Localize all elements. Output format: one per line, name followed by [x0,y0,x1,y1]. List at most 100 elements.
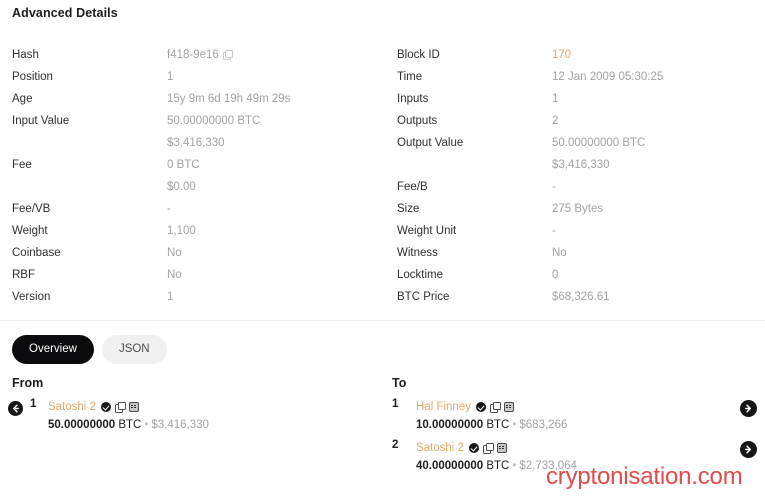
separator-dot: • [144,419,149,432]
arrow-right-icon[interactable] [740,441,757,458]
detail-label: BTC Price [397,291,450,303]
detail-label: Output Value [397,137,464,149]
detail-value: 1,100 [167,225,196,237]
detail-row: Size 275 Bytes [397,198,765,220]
detail-label: Position [12,71,53,83]
detail-value: 1 [552,93,559,105]
detail-value: $68,326.61 [552,291,610,303]
detail-row: Inputs 1 [397,88,765,110]
detail-label: Inputs [397,93,429,105]
detail-value: 12 Jan 2009 05:30:25 [552,71,664,83]
detail-value-link[interactable]: 170 [552,44,571,66]
detail-label: Weight Unit [397,225,457,237]
input-row: 1 Satoshi 2 50.00000000 BTC • $3,416,330 [8,398,388,439]
copy-icon[interactable] [222,50,234,60]
detail-label: Coinbase [12,247,61,259]
advanced-details-panel: Advanced Details Hash f418-9e16 Position 1 A… [0,0,765,500]
copy-icon[interactable] [114,401,127,413]
view-tabs: Overview JSON [12,335,167,364]
to-heading: To [392,376,407,390]
copy-icon[interactable] [489,401,502,413]
detail-label: Version [12,291,51,303]
detail-row: Fee 0 BTC [12,154,392,176]
amount-line: 10.00000000 BTC • $683,266 [416,419,567,431]
qr-code-icon[interactable] [496,442,507,453]
btc-unit: BTC [115,419,142,432]
detail-label: Fee/B [397,181,428,193]
detail-value: $3,416,330 [167,137,225,149]
btc-unit: BTC [483,419,510,432]
detail-row-continuation: $0.00 [12,176,392,198]
detail-row-continuation: $3,416,330 [397,154,765,176]
detail-row: Witness No [397,242,765,264]
verified-icon [468,442,479,453]
address-link[interactable]: Satoshi 2 [48,401,96,413]
arrow-right-icon[interactable] [740,400,757,417]
detail-value: 0 BTC [167,159,200,171]
verified-icon [100,401,111,412]
detail-value: No [167,269,182,281]
detail-label: Size [397,203,420,215]
detail-value: 50.00000000 BTC [552,137,646,149]
btc-unit: BTC [483,460,510,473]
detail-label: Fee/VB [12,203,51,215]
detail-value: 2 [552,115,559,127]
address-block: Satoshi 2 50.00000000 BTC • $3,416,330 [48,398,209,431]
detail-label: Block ID [397,49,440,61]
detail-row: Fee/B - [397,176,765,198]
address-link[interactable]: Hal Finney [416,401,471,413]
output-row: 1 Hal Finney 10.00000000 BTC • $683,266 [392,398,765,439]
detail-label: Input Value [12,115,70,127]
detail-label: Outputs [397,115,438,127]
tab-overview[interactable]: Overview [12,335,94,364]
detail-row: Coinbase No [12,242,392,264]
detail-value: $0.00 [167,181,196,193]
detail-row: Outputs 2 [397,110,765,132]
detail-row: Version 1 [12,286,392,308]
address-line: Hal Finney [416,398,567,416]
separator-dot: • [512,419,517,432]
row-index: 1 [392,398,399,410]
detail-value: - [552,181,556,193]
detail-row: Input Value 50.00000000 BTC [12,110,392,132]
detail-value: No [552,247,567,259]
separator-dot: • [512,460,517,473]
detail-value: - [552,225,556,237]
detail-label: Weight [12,225,48,237]
qr-code-icon[interactable] [503,401,514,412]
detail-label: Witness [397,247,438,259]
detail-value: 15y 9m 6d 19h 49m 29s [167,93,291,105]
detail-label: Hash [12,49,39,61]
details-column-right: Block ID 170 Time 12 Jan 2009 05:30:25 Input… [397,44,765,308]
detail-label: Time [397,71,423,83]
address-block: Hal Finney 10.00000000 BTC • $683,266 [416,398,567,431]
detail-row: Hash f418-9e16 [12,44,392,66]
address-icon-group [475,398,514,416]
address-link[interactable]: Satoshi 2 [416,442,464,454]
detail-value: f418-9e16 [167,44,234,66]
address-line: Satoshi 2 [48,398,209,416]
tab-json[interactable]: JSON [101,335,167,364]
row-index: 1 [30,398,37,410]
detail-value: 50.00000000 BTC [167,115,261,127]
detail-label: Fee [12,159,32,171]
address-line: Satoshi 2 [416,439,577,457]
qr-code-icon[interactable] [128,401,139,412]
detail-row: Output Value 50.00000000 BTC [397,132,765,154]
detail-value: 1 [167,71,174,83]
fiat-amount: $3,416,330 [151,419,209,432]
detail-row: Time 12 Jan 2009 05:30:25 [397,66,765,88]
detail-row: Fee/VB - [12,198,392,220]
detail-row: BTC Price $68,326.61 [397,286,765,308]
verified-icon [475,401,486,412]
copy-icon[interactable] [482,442,495,454]
row-index: 2 [392,439,399,451]
detail-row: Weight Unit - [397,220,765,242]
detail-row: Block ID 170 [397,44,765,66]
detail-row: Age 15y 9m 6d 19h 49m 29s [12,88,392,110]
detail-row: RBF No [12,264,392,286]
page-title: Advanced Details [12,6,118,20]
detail-label: Age [12,93,33,105]
btc-amount: 10.00000000 [416,419,484,432]
detail-value: - [167,203,171,215]
